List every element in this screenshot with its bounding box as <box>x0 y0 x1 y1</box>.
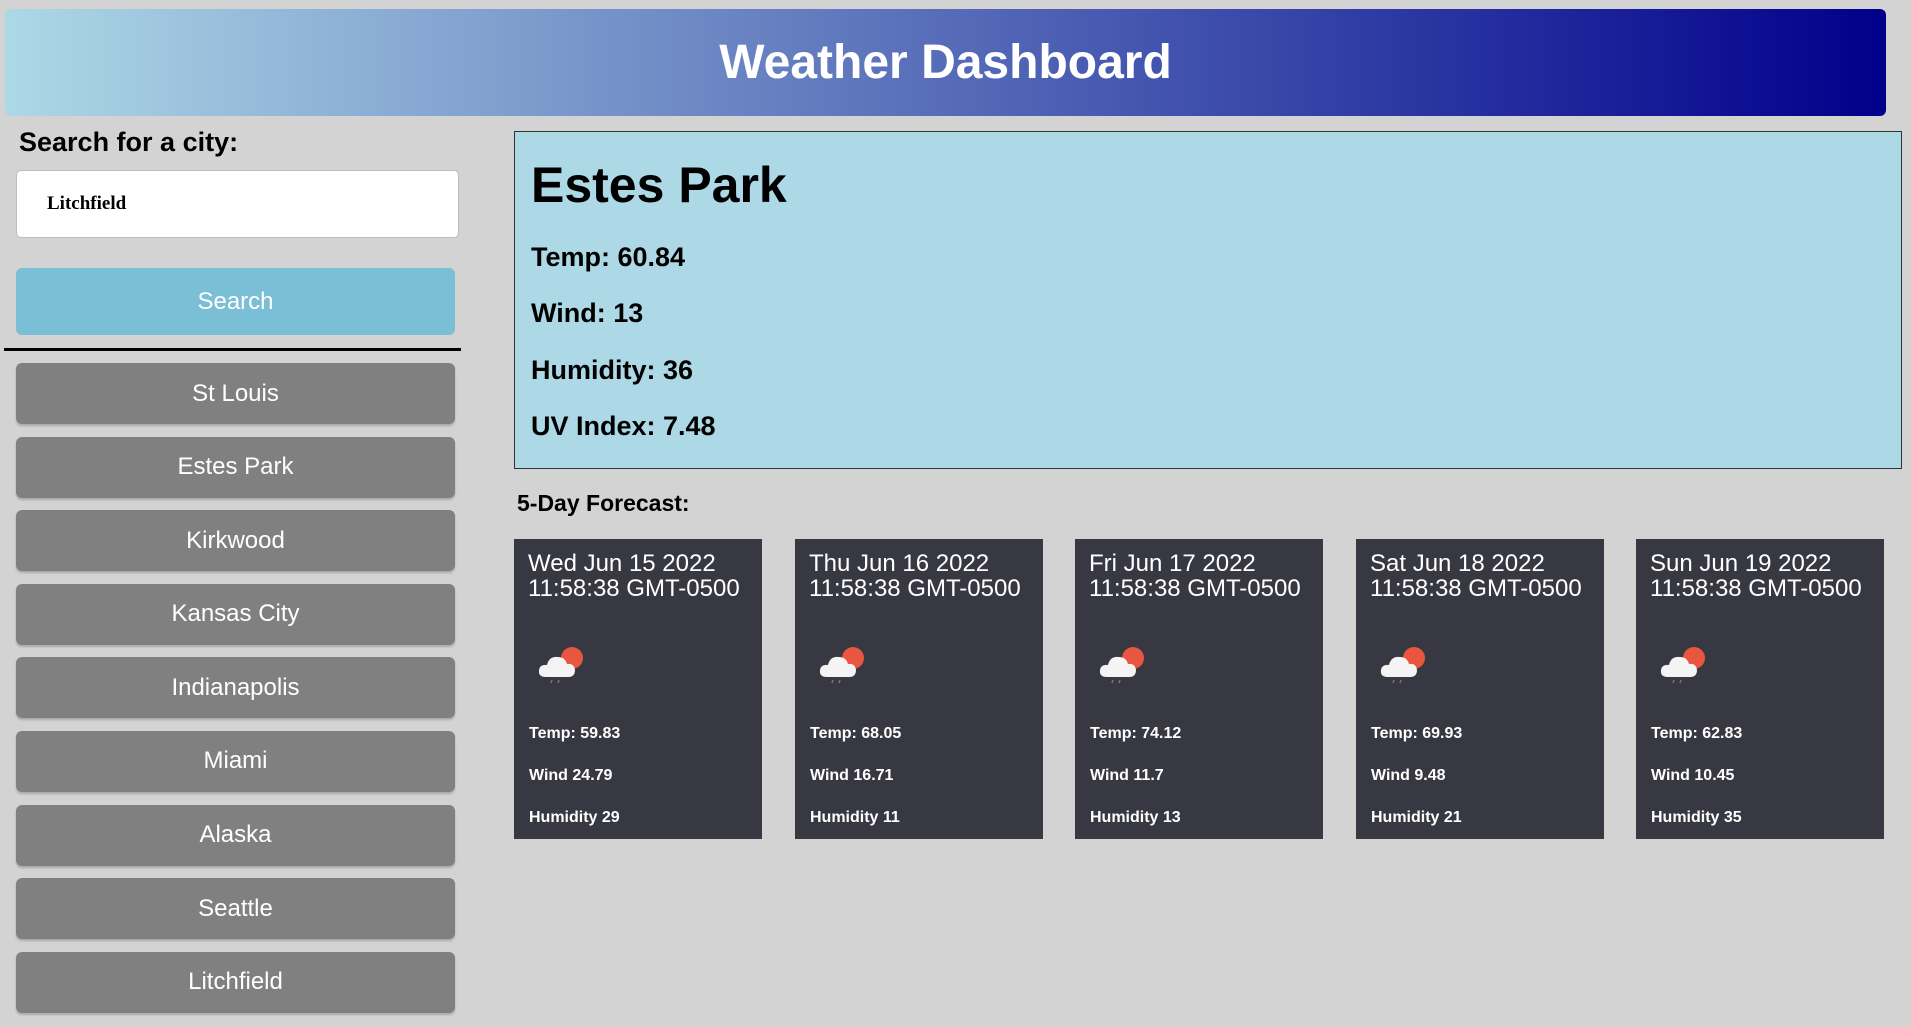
header-banner: Weather Dashboard <box>5 9 1886 116</box>
forecast-temp: Temp: 59.83 <box>529 725 621 742</box>
forecast-wind: Wind 10.45 <box>1651 767 1735 784</box>
divider <box>4 348 461 351</box>
forecast-humidity: Humidity 13 <box>1090 809 1181 826</box>
forecast-date: Sun Jun 19 2022 11:58:38 GMT-0500 <box>1650 550 1862 602</box>
search-button[interactable]: Search <box>16 268 455 335</box>
search-label: Search for a city: <box>19 127 239 157</box>
partly-cloudy-rain-icon <box>538 647 583 684</box>
forecast-date: Wed Jun 15 2022 11:58:38 GMT-0500 <box>528 550 740 602</box>
forecast-card: Sat Jun 18 2022 11:58:38 GMT-0500 Temp: … <box>1356 539 1604 839</box>
current-uv-index: UV Index: 7.48 <box>531 411 716 441</box>
history-button-seattle[interactable]: Seattle <box>16 878 455 940</box>
history-button-kirkwood[interactable]: Kirkwood <box>16 510 455 572</box>
forecast-temp: Temp: 74.12 <box>1090 725 1182 742</box>
forecast-date: Fri Jun 17 2022 11:58:38 GMT-0500 <box>1089 550 1301 602</box>
page-title: Weather Dashboard <box>719 36 1172 89</box>
current-weather-panel: Estes Park Temp: 60.84 Wind: 13 Humidity… <box>514 131 1902 469</box>
forecast-card: Sun Jun 19 2022 11:58:38 GMT-0500 Temp: … <box>1636 539 1884 839</box>
history-button-litchfield[interactable]: Litchfield <box>16 951 455 1013</box>
forecast-temp: Temp: 62.83 <box>1651 725 1743 742</box>
forecast-humidity: Humidity 21 <box>1371 809 1462 826</box>
history-button-miami[interactable]: Miami <box>16 730 455 792</box>
forecast-temp: Temp: 69.93 <box>1371 725 1463 742</box>
forecast-wind: Wind 11.7 <box>1090 767 1164 784</box>
forecast-heading: 5-Day Forecast: <box>517 490 690 516</box>
partly-cloudy-rain-icon <box>819 647 864 684</box>
forecast-temp: Temp: 68.05 <box>810 725 902 742</box>
partly-cloudy-rain-icon <box>1660 647 1705 684</box>
search-input[interactable] <box>16 170 459 238</box>
forecast-wind: Wind 16.71 <box>810 767 894 784</box>
partly-cloudy-rain-icon <box>1099 647 1144 684</box>
partly-cloudy-rain-icon <box>1380 647 1425 684</box>
history-button-alaska[interactable]: Alaska <box>16 804 455 866</box>
history-button-kansas-city[interactable]: Kansas City <box>16 583 455 645</box>
current-city-name: Estes Park <box>531 157 787 213</box>
forecast-date: Sat Jun 18 2022 11:58:38 GMT-0500 <box>1370 550 1582 602</box>
current-humidity: Humidity: 36 <box>531 355 694 385</box>
forecast-card: Fri Jun 17 2022 11:58:38 GMT-0500 Temp: … <box>1075 539 1323 839</box>
current-temp: Temp: 60.84 <box>531 242 686 272</box>
forecast-wind: Wind 9.48 <box>1371 767 1446 784</box>
forecast-humidity: Humidity 29 <box>529 809 620 826</box>
history-button-st-louis[interactable]: St Louis <box>16 363 455 424</box>
search-history: St Louis Estes Park Kirkwood Kansas City… <box>16 363 455 1025</box>
history-button-estes-park[interactable]: Estes Park <box>16 436 455 498</box>
history-button-indianapolis[interactable]: Indianapolis <box>16 657 455 719</box>
current-wind: Wind: 13 <box>531 298 644 328</box>
forecast-card: Wed Jun 15 2022 11:58:38 GMT-0500 Temp: … <box>514 539 762 839</box>
forecast-humidity: Humidity 35 <box>1651 809 1742 826</box>
forecast-date: Thu Jun 16 2022 11:58:38 GMT-0500 <box>809 550 1021 602</box>
forecast-wind: Wind 24.79 <box>529 767 613 784</box>
forecast-card: Thu Jun 16 2022 11:58:38 GMT-0500 Temp: … <box>795 539 1043 839</box>
forecast-humidity: Humidity 11 <box>810 809 900 826</box>
